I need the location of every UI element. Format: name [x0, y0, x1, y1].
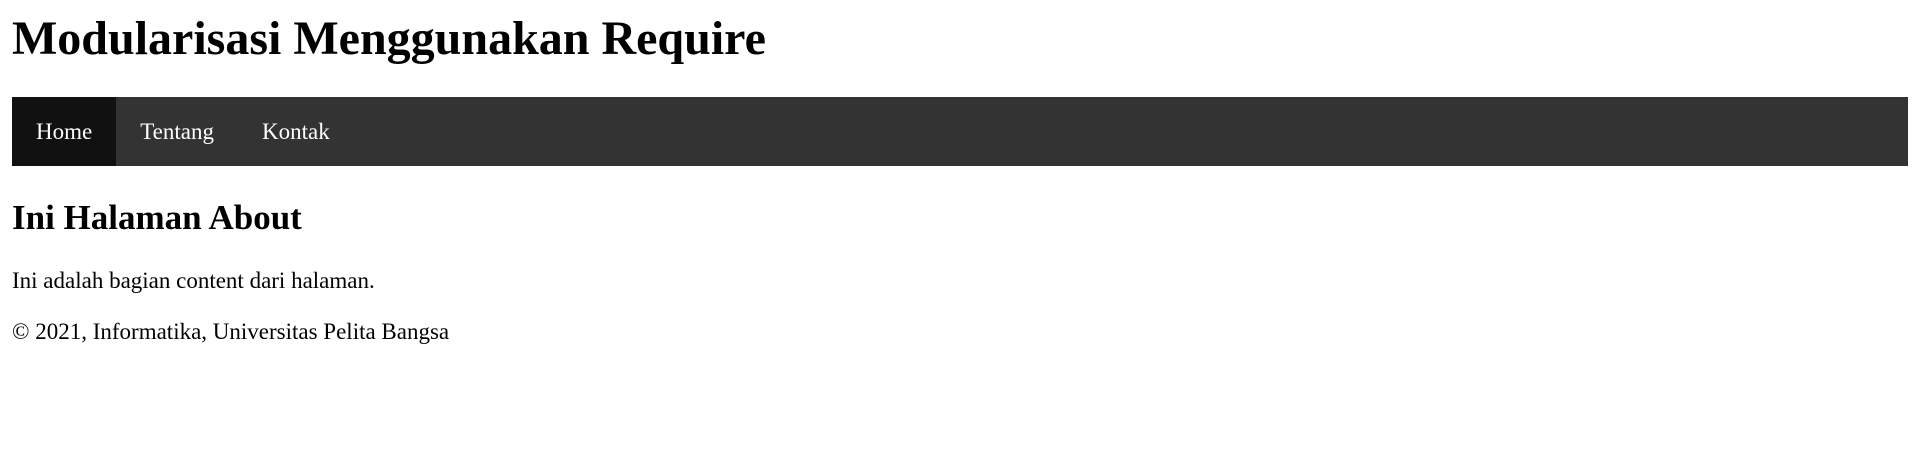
- footer-copyright: © 2021, Informatika, Universitas Pelita …: [12, 319, 450, 344]
- nav-item-kontak[interactable]: Kontak: [238, 97, 354, 166]
- page: Modularisasi Menggunakan Require Home Te…: [0, 0, 1920, 459]
- content-paragraph: Ini adalah bagian content dari halaman.: [12, 268, 375, 293]
- nav-item-home[interactable]: Home: [12, 97, 117, 166]
- page-heading: Ini Halaman About: [12, 198, 302, 237]
- main-navbar: Home Tentang Kontak: [12, 97, 1908, 166]
- nav-item-tentang[interactable]: Tentang: [116, 97, 238, 166]
- site-title: Modularisasi Menggunakan Require: [12, 12, 766, 65]
